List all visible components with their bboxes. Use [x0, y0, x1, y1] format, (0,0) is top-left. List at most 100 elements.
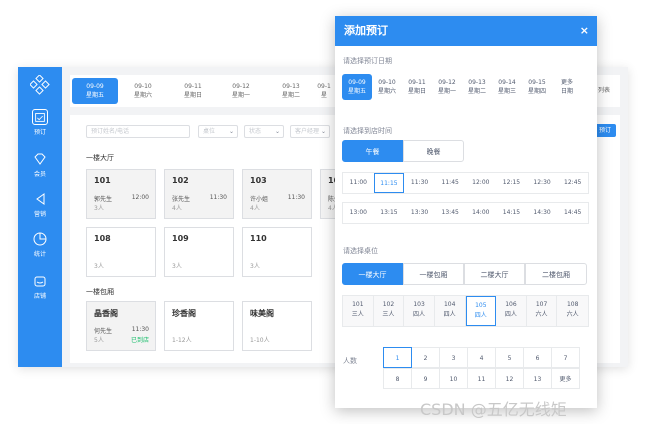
time-option[interactable]: 11:00 [343, 173, 374, 193]
table-option[interactable]: 105 四人 [465, 296, 497, 326]
table-label: 请选择桌位 [343, 247, 378, 255]
table-option[interactable]: 107 六人 [527, 296, 558, 326]
table-option[interactable]: 101 三人 [343, 296, 374, 326]
date-chip[interactable]: 09-11 星期日 [170, 78, 216, 104]
time-option[interactable]: 11:15 [373, 173, 405, 193]
status-select[interactable]: 状态 ⌄ [244, 125, 284, 138]
people-option[interactable]: 13 [523, 368, 552, 389]
people-option[interactable]: 10 [439, 368, 468, 389]
time-option[interactable]: 13:00 [343, 203, 374, 223]
people-option[interactable]: 3 [439, 347, 468, 368]
sidebar-item-label: 店铺 [33, 293, 46, 300]
date-chip[interactable]: 09-13 星期二 [268, 78, 314, 104]
table-option[interactable]: 104 四人 [435, 296, 466, 326]
people-option[interactable]: 8 [383, 368, 412, 389]
time-option[interactable]: 12:30 [527, 173, 558, 193]
date-option[interactable]: 09-12 星期一 [432, 74, 462, 100]
date-text: 09-09 [86, 83, 104, 90]
date-picker: 09-09 星期五 09-10 星期六 09-11 星期日 09-12 星期一 09-1… [342, 74, 582, 100]
table-card[interactable]: 晶香阁 何先生 11:30 5人 已到店 [86, 301, 156, 351]
date-chip[interactable]: 09-09 星期五 [72, 78, 118, 104]
date-option[interactable]: 09-15 星期四 [522, 74, 552, 100]
date-chip[interactable]: 09-12 星期一 [218, 78, 264, 104]
table-card[interactable]: 110 3人 [242, 227, 312, 277]
table-capacity: 3人 [250, 263, 260, 270]
guest-name: 许小姐 [250, 196, 269, 203]
search-input[interactable]: 预订姓名/电话 [86, 125, 190, 138]
table-card[interactable]: 味美阁 1-10人 [242, 301, 312, 351]
time-option[interactable]: 12:00 [466, 173, 497, 193]
people-option[interactable]: 11 [467, 368, 496, 389]
pie-chart-icon [33, 232, 47, 246]
table-option[interactable]: 106 四人 [496, 296, 527, 326]
date-option[interactable]: 09-11 星期日 [402, 74, 432, 100]
table-name: 103 [250, 176, 267, 185]
time-option[interactable]: 12:15 [496, 173, 527, 193]
table-card[interactable]: 珍香阁 1-12人 [164, 301, 234, 351]
time-option[interactable]: 13:45 [435, 203, 466, 223]
shop-icon [34, 276, 46, 287]
people-option[interactable]: 6 [523, 347, 552, 368]
sidebar-item-shop[interactable]: 店铺 [18, 269, 62, 305]
time-option[interactable]: 14:45 [557, 203, 588, 223]
sidebar-item-reserve[interactable]: 预订 [18, 105, 62, 141]
manager-select[interactable]: 客户经理 ⌄ [290, 125, 330, 138]
table-option[interactable]: 108 六人 [557, 296, 588, 326]
people-option[interactable]: 7 [551, 347, 580, 368]
area-tab[interactable]: 一楼包厢 [403, 263, 464, 285]
people-option[interactable]: 12 [495, 368, 524, 389]
table-card[interactable]: 102 张先生 11:30 4人 [164, 169, 234, 219]
chevron-down-icon: ⌄ [274, 128, 280, 135]
area-select[interactable]: 桌位 ⌄ [198, 125, 238, 138]
people-option[interactable]: 9 [411, 368, 440, 389]
area-tab[interactable]: 一楼大厅 [342, 263, 403, 285]
sidebar-item-marketing[interactable]: 营销 [18, 187, 62, 223]
table-option[interactable]: 102 三人 [374, 296, 405, 326]
time-option[interactable]: 11:45 [435, 173, 466, 193]
time-option[interactable]: 14:15 [496, 203, 527, 223]
date-option[interactable]: 09-10 星期六 [372, 74, 402, 100]
table-card[interactable]: 101 郭先生 12:00 3人 [86, 169, 156, 219]
time-option[interactable]: 13:15 [374, 203, 405, 223]
people-option[interactable]: 2 [411, 347, 440, 368]
meal-option-lunch[interactable]: 午餐 [342, 140, 403, 162]
weekday-text: 星期日 [407, 88, 426, 95]
meal-option-dinner[interactable]: 晚餐 [403, 140, 464, 162]
watermark: CSDN @五亿无线矩 [420, 400, 567, 419]
table-number: 105 [475, 302, 487, 309]
sidebar-item-member[interactable]: 会员 [18, 147, 62, 183]
date-chip[interactable]: 09-1 星 [314, 78, 334, 104]
area-tabs: 一楼大厅 一楼包厢 二楼大厅 二楼包厢 [342, 263, 587, 285]
table-card[interactable]: 109 3人 [164, 227, 234, 277]
people-option[interactable]: 4 [467, 347, 496, 368]
date-option[interactable]: 09-09 星期五 [342, 74, 372, 100]
time-option[interactable]: 14:00 [466, 203, 497, 223]
area-tab[interactable]: 二楼包厢 [525, 263, 587, 285]
close-icon[interactable]: × [580, 16, 589, 46]
more-people-option[interactable]: 更多 [551, 368, 580, 389]
table-number: 108 [566, 301, 579, 308]
add-reservation-modal: 添加预订 × 请选择预订日期 09-09 星期五 09-10 星期六 09-11 星期… [335, 16, 597, 408]
people-option[interactable]: 5 [495, 347, 524, 368]
date-chip[interactable]: 09-10 星期六 [120, 78, 166, 104]
date-option[interactable]: 09-13 星期二 [462, 74, 492, 100]
table-card[interactable]: 103 许小姐 11:30 4人 [242, 169, 312, 219]
time-option[interactable]: 14:30 [527, 203, 558, 223]
area-tab[interactable]: 二楼大厅 [464, 263, 525, 285]
weekday-text: 星期一 [437, 88, 456, 95]
date-text: 09-10 [134, 83, 152, 90]
table-size: 六人 [566, 311, 579, 318]
table-capacity: 1-10人 [250, 337, 270, 344]
table-option[interactable]: 103 四人 [404, 296, 435, 326]
time-option[interactable]: 12:45 [557, 173, 588, 193]
people-option[interactable]: 1 [383, 347, 412, 368]
table-card[interactable]: 108 3人 [86, 227, 156, 277]
time-option[interactable]: 13:30 [404, 203, 435, 223]
time-option[interactable]: 11:30 [404, 173, 435, 193]
more-dates-option[interactable]: 更多 日期 [552, 74, 582, 100]
reserve-button[interactable]: 预订 [594, 124, 616, 137]
arrival-time: 11:30 [287, 194, 305, 201]
time-grid-row1: 11:00 11:15 11:30 11:45 12:00 12:15 12:3… [342, 172, 589, 194]
sidebar-item-stats[interactable]: 统计 [18, 227, 62, 263]
date-option[interactable]: 09-14 星期三 [492, 74, 522, 100]
